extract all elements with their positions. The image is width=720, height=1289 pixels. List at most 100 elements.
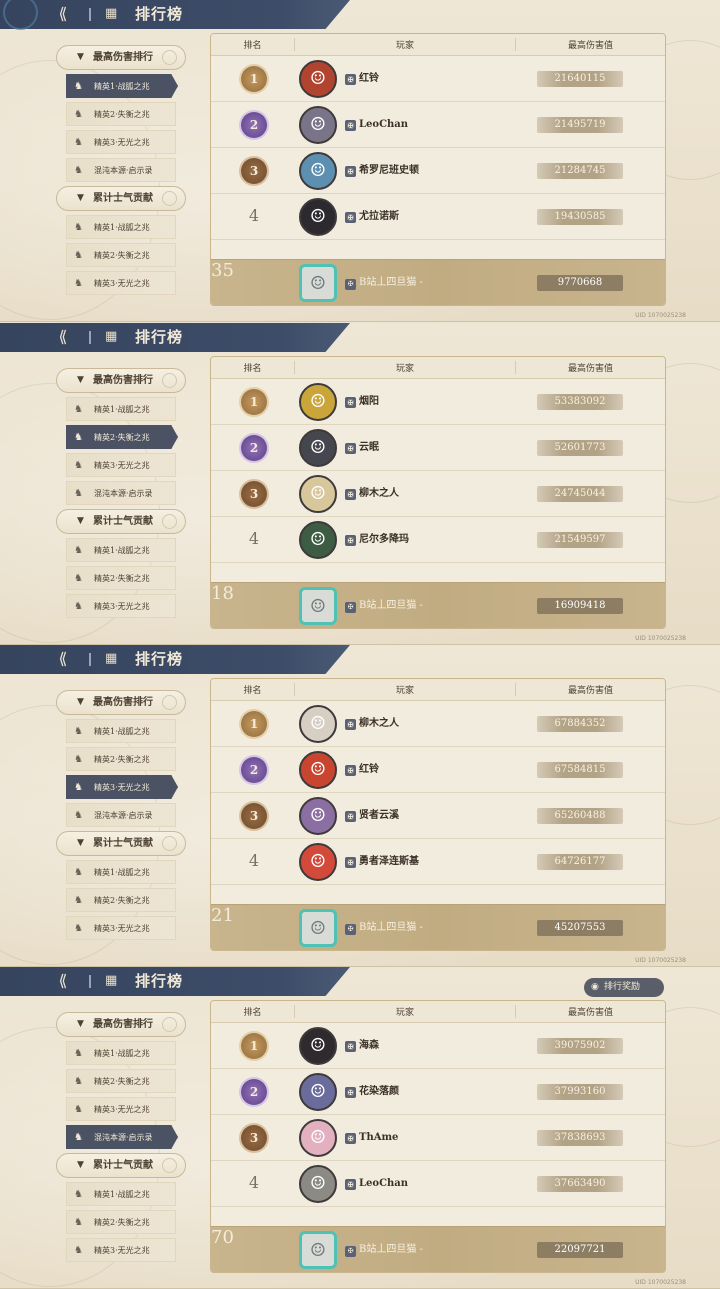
character-portrait-icon: ☺	[309, 529, 327, 550]
rank-reward-label: 排行奖励	[604, 982, 641, 992]
sidebar-item[interactable]: ♞ 精英3·无光之兆	[66, 594, 176, 618]
table-row[interactable]: 1 ☺ ✠ 柳木之人 67884352	[211, 701, 665, 747]
self-avatar[interactable]: ☺	[299, 264, 337, 302]
table-row[interactable]: 4 ☺ ✠ 尼尔多降玛 21549597	[211, 517, 665, 563]
avatar[interactable]: ☺	[299, 198, 337, 236]
sidebar-item[interactable]: ♞ 混沌本源·启示录	[66, 481, 176, 505]
category-max-damage[interactable]: ▼ 最高伤害排行	[56, 368, 186, 393]
sidebar-item[interactable]: ♞ 精英2·失衡之兆	[66, 747, 176, 771]
table-row[interactable]: 3 ☺ ✠ 柳木之人 24745044	[211, 471, 665, 517]
avatar[interactable]: ☺	[299, 152, 337, 190]
sidebar-item[interactable]: ♞ 混沌本源·启示录	[66, 158, 176, 182]
player-name-text: 红铃	[359, 73, 379, 84]
sidebar-item[interactable]: ♞ 精英1·战胍之兆	[66, 1182, 176, 1206]
avatar[interactable]: ☺	[299, 383, 337, 421]
sidebar-item[interactable]: ♞ 精英1·战胍之兆	[66, 719, 176, 743]
rank-icon: ▦	[105, 973, 118, 988]
sidebar-item[interactable]: ♞ 精英3·无光之兆	[66, 916, 176, 940]
back-arrow-icon[interactable]: ⟪	[52, 649, 74, 669]
leaderboard-table: 排名 玩家 最高伤害值 1 ☺ ✠ 柳木之人 67884352 2 ☺ ✠ 红铃 67584815 3 ☺ ✠…	[210, 678, 666, 951]
player-name: ✠ LeoChan	[345, 117, 408, 133]
table-row[interactable]: 4 ☺ ✠ 勇者泽连斯基 64726177	[211, 839, 665, 885]
avatar[interactable]: ☺	[299, 1027, 337, 1065]
avatar[interactable]: ☺	[299, 60, 337, 98]
page-title: 排行榜	[135, 972, 184, 990]
table-row[interactable]: 1 ☺ ✠ 红铃 21640115	[211, 56, 665, 102]
player-name: ✠ 贤者云溪	[345, 808, 399, 824]
table-row[interactable]: 4 ☺ ✠ 尤拉诺斯 19430585	[211, 194, 665, 240]
table-row[interactable]: 3 ☺ ✠ 希罗尼班史顿 21284745	[211, 148, 665, 194]
divider	[89, 975, 91, 988]
back-arrow-icon[interactable]: ⟪	[52, 971, 74, 991]
sidebar-item[interactable]: ♞ 精英1·战胍之兆	[66, 538, 176, 562]
sidebar-item[interactable]: ♞ 精英2·失衡之兆	[66, 243, 176, 267]
wolf-icon: ♞	[74, 432, 83, 443]
table-row[interactable]: 2 ☺ ✠ 红铃 67584815	[211, 747, 665, 793]
wolf-icon: ♞	[74, 278, 83, 289]
sidebar-item[interactable]: ♞ 精英3·无光之兆	[66, 453, 176, 477]
sidebar-item[interactable]: ♞ 精英3·无光之兆	[66, 130, 176, 154]
player-name: ✠ 尤拉诺斯	[345, 209, 399, 225]
avatar[interactable]: ☺	[299, 429, 337, 467]
player-name: ✠ 花染落颜	[345, 1084, 399, 1100]
category-max-damage[interactable]: ▼ 最高伤害排行	[56, 690, 186, 715]
sidebar-item[interactable]: ♞ 混沌本源·启示录	[66, 803, 176, 827]
top-bar: ⟪ ▦ 排行榜	[0, 0, 350, 29]
sidebar-item[interactable]: ♞ 精英3·无光之兆	[66, 1238, 176, 1262]
sidebar-item[interactable]: ♞ 精英2·失衡之兆	[66, 102, 176, 126]
category-morale[interactable]: ▼ 累计士气贡献	[56, 831, 186, 856]
compass-icon	[162, 514, 177, 529]
sidebar-item[interactable]: ♞ 混沌本源·启示录	[66, 1125, 178, 1149]
table-row[interactable]: 3 ☺ ✠ 贤者云溪 65260488	[211, 793, 665, 839]
sidebar-item[interactable]: ♞ 精英2·失衡之兆	[66, 566, 176, 590]
avatar[interactable]: ☺	[299, 1165, 337, 1203]
avatar[interactable]: ☺	[299, 106, 337, 144]
sidebar-item[interactable]: ♞ 精英2·失衡之兆	[66, 1069, 176, 1093]
self-avatar[interactable]: ☺	[299, 1231, 337, 1269]
sidebar-item[interactable]: ♞ 精英3·无光之兆	[66, 1097, 176, 1121]
sidebar-item[interactable]: ♞ 精英3·无光之兆	[66, 775, 178, 799]
self-damage-value: 22097721	[537, 1242, 623, 1258]
sidebar-item-label: 精英3·无光之兆	[94, 461, 150, 470]
table-row[interactable]: 2 ☺ ✠ 花染落颜 37993160	[211, 1069, 665, 1115]
back-arrow-icon[interactable]: ⟪	[52, 327, 74, 347]
compass-icon	[162, 1158, 177, 1173]
avatar[interactable]: ☺	[299, 475, 337, 513]
avatar[interactable]: ☺	[299, 1073, 337, 1111]
sidebar-item[interactable]: ♞ 精英2·失衡之兆	[66, 425, 178, 449]
character-portrait-icon: ☺	[309, 391, 327, 412]
category-morale[interactable]: ▼ 累计士气贡献	[56, 1153, 186, 1178]
avatar[interactable]: ☺	[299, 797, 337, 835]
back-arrow-icon[interactable]: ⟪	[52, 4, 74, 24]
self-avatar[interactable]: ☺	[299, 909, 337, 947]
category-max-damage[interactable]: ▼ 最高伤害排行	[56, 1012, 186, 1037]
wolf-icon: ♞	[74, 754, 83, 765]
sidebar-item[interactable]: ♞ 精英2·失衡之兆	[66, 1210, 176, 1234]
avatar[interactable]: ☺	[299, 843, 337, 881]
sidebar-item[interactable]: ♞ 精英1·战胍之兆	[66, 1041, 176, 1065]
table-row[interactable]: 2 ☺ ✠ 云眠 52601773	[211, 425, 665, 471]
table-row[interactable]: 1 ☺ ✠ 海森 39075902	[211, 1023, 665, 1069]
self-player-name: ✠ B站丄四旦猫 -	[345, 598, 423, 614]
sidebar-item[interactable]: ♞ 精英3·无光之兆	[66, 271, 176, 295]
sidebar-item[interactable]: ♞ 精英1·战胍之兆	[66, 860, 176, 884]
category-morale[interactable]: ▼ 累计士气贡献	[56, 509, 186, 534]
category-morale[interactable]: ▼ 累计士气贡献	[56, 186, 186, 211]
avatar[interactable]: ☺	[299, 751, 337, 789]
top-bar: ⟪ ▦ 排行榜	[0, 323, 350, 352]
category-max-damage[interactable]: ▼ 最高伤害排行	[56, 45, 186, 70]
table-row[interactable]: 1 ☺ ✠ 烟阳 53383092	[211, 379, 665, 425]
table-row[interactable]: 3 ☺ ✠ ThAme 37838693	[211, 1115, 665, 1161]
rank-reward-button[interactable]: ◉ 排行奖励	[584, 978, 664, 997]
avatar[interactable]: ☺	[299, 521, 337, 559]
self-avatar[interactable]: ☺	[299, 587, 337, 625]
sidebar-item[interactable]: ♞ 精英2·失衡之兆	[66, 888, 176, 912]
rank-badge: 1	[241, 389, 267, 415]
table-row[interactable]: 2 ☺ ✠ LeoChan 21495719	[211, 102, 665, 148]
sidebar-item[interactable]: ♞ 精英1·战胍之兆	[66, 397, 176, 421]
sidebar-item[interactable]: ♞ 精英1·战胍之兆	[66, 74, 178, 98]
sidebar-item[interactable]: ♞ 精英1·战胍之兆	[66, 215, 176, 239]
table-row[interactable]: 4 ☺ ✠ LeoChan 37663490	[211, 1161, 665, 1207]
avatar[interactable]: ☺	[299, 705, 337, 743]
avatar[interactable]: ☺	[299, 1119, 337, 1157]
